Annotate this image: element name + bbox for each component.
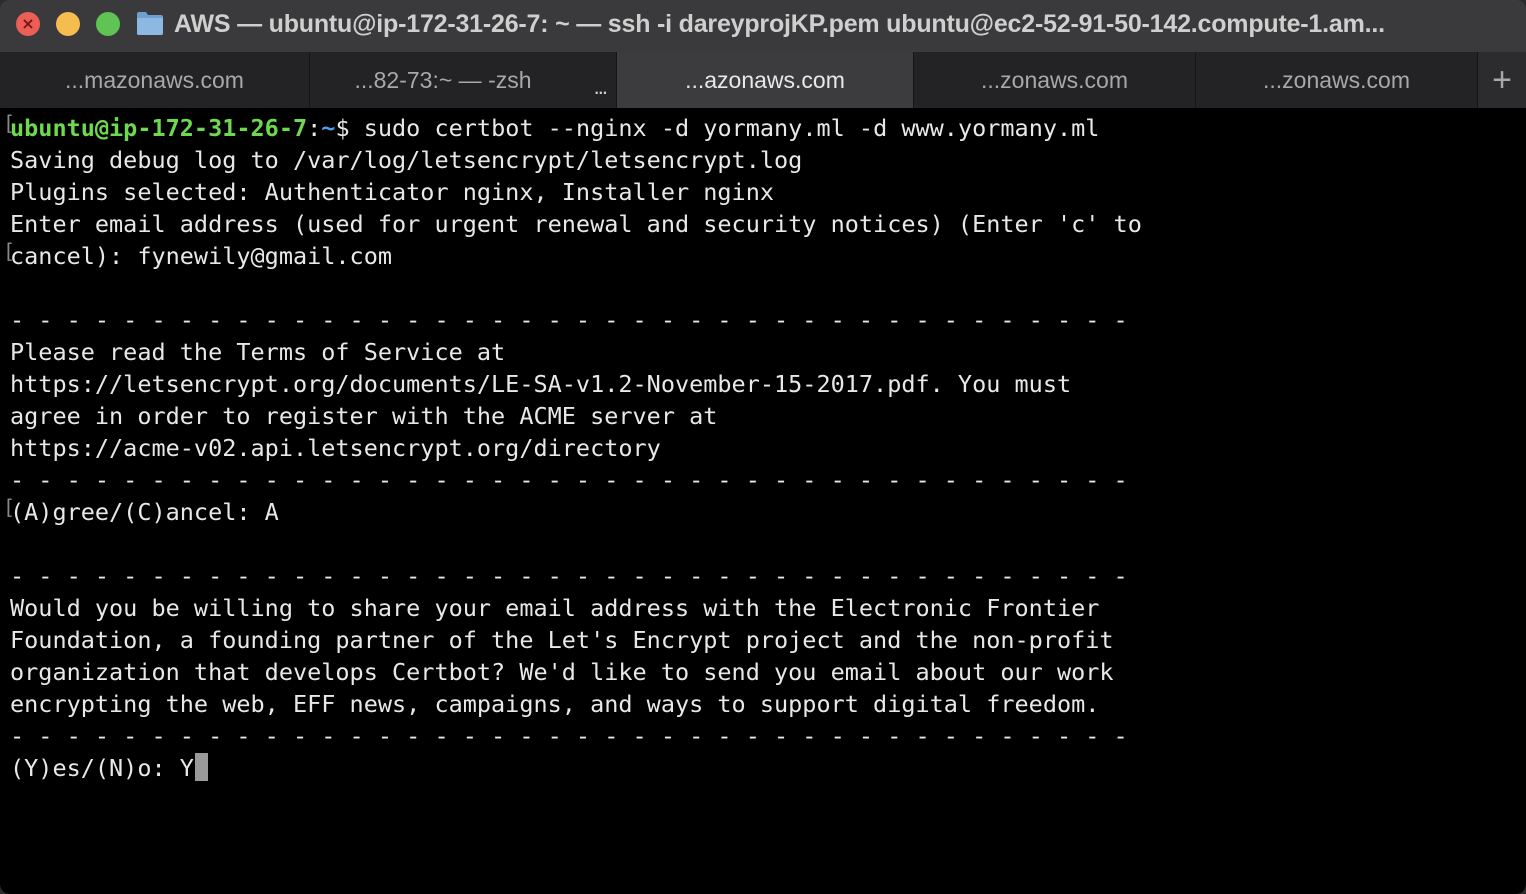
minimize-window-button[interactable]	[56, 12, 80, 36]
output-line: Plugins selected: Authenticator nginx, I…	[10, 178, 775, 206]
input-prompt-text: (Y)es/(N)o: Y	[10, 754, 194, 782]
prompt-user-host: ubuntu@ip-172-31-26-7	[10, 114, 308, 142]
new-tab-button[interactable]: +	[1478, 52, 1526, 108]
output-line: Would you be willing to share your email…	[10, 594, 1100, 622]
tab-5[interactable]: ...zonaws.com	[1196, 52, 1478, 108]
tab-4[interactable]: ...zonaws.com	[914, 52, 1196, 108]
tab-1[interactable]: ...mazonaws.com	[0, 52, 310, 108]
text-cursor	[194, 753, 208, 781]
output-line: https://acme-v02.api.letsencrypt.org/dir…	[10, 434, 661, 462]
title-bar: × AWS — ubuntu@ip-172-31-26-7: ~ — ssh -…	[0, 0, 1526, 52]
tab-label: ...zonaws.com	[981, 67, 1128, 93]
output-line: https://letsencrypt.org/documents/LE-SA-…	[10, 370, 1072, 398]
prompt-path: ~	[321, 114, 336, 142]
prompt-colon: :	[307, 114, 322, 142]
zoom-window-button[interactable]	[96, 12, 120, 36]
prompt-symbol: $	[335, 114, 364, 142]
separator-line: - - - - - - - - - - - - - - - - - - - - …	[10, 562, 1128, 590]
tab-label: ...zonaws.com	[1263, 67, 1410, 93]
output-line: Please read the Terms of Service at	[10, 338, 506, 366]
window-title: AWS — ubuntu@ip-172-31-26-7: ~ — ssh -i …	[174, 10, 1385, 38]
terminal-output[interactable]: [ ubuntu@ip-172-31-26-7:~$ sudo certbot …	[0, 108, 1526, 894]
close-window-button[interactable]: ×	[16, 12, 40, 36]
output-line: Saving debug log to /var/log/letsencrypt…	[10, 146, 803, 174]
output-line: Foundation, a founding partner of the Le…	[10, 626, 1114, 654]
close-icon: ×	[21, 14, 35, 33]
terminal-window: × AWS — ubuntu@ip-172-31-26-7: ~ — ssh -…	[0, 0, 1526, 894]
output-line: cancel): fynewily@gmail.com	[10, 242, 393, 270]
activity-indicator: ...	[593, 74, 608, 99]
tab-label: ...azonaws.com	[685, 67, 845, 93]
plus-icon: +	[1492, 61, 1512, 99]
output-line: Enter email address (used for urgent ren…	[10, 210, 1142, 238]
prompt-line: ubuntu@ip-172-31-26-7:~$ sudo certbot --…	[10, 112, 1099, 144]
tab-2[interactable]: ...82-73:~ — -zsh ...	[310, 52, 617, 108]
command-text: sudo certbot --nginx -d yormany.ml -d ww…	[363, 114, 1100, 142]
input-line[interactable]: (Y)es/(N)o: Y	[10, 752, 208, 784]
separator-line: - - - - - - - - - - - - - - - - - - - - …	[10, 306, 1128, 334]
tab-3-active[interactable]: ...azonaws.com	[617, 52, 914, 108]
output-line: encrypting the web, EFF news, campaigns,…	[10, 690, 1100, 718]
tab-label: ...mazonaws.com	[65, 67, 244, 93]
separator-line: - - - - - - - - - - - - - - - - - - - - …	[10, 466, 1128, 494]
folder-icon	[137, 12, 163, 35]
output-line: agree in order to register with the ACME…	[10, 402, 718, 430]
output-line: (A)gree/(C)ancel: A	[10, 498, 279, 526]
separator-line: - - - - - - - - - - - - - - - - - - - - …	[10, 722, 1128, 750]
tab-bar: ...mazonaws.com ...82-73:~ — -zsh ... ..…	[0, 52, 1526, 108]
tab-label: ...82-73:~ — -zsh	[354, 67, 532, 93]
output-line: organization that develops Certbot? We'd…	[10, 658, 1114, 686]
